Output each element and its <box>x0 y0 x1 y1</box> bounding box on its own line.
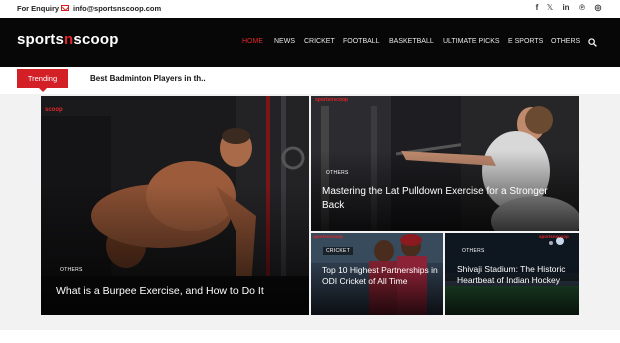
nav-ultimate-picks[interactable]: ULTIMATE PICKS <box>443 38 500 45</box>
card-title[interactable]: What is a Burpee Exercise, and How to Do… <box>56 284 306 299</box>
nav-news[interactable]: NEWS <box>274 38 295 45</box>
page-footer-strip <box>0 330 620 343</box>
enquiry-label: For Enquiry <box>17 4 60 13</box>
card-brand-logo: sportsnscoop <box>539 234 569 239</box>
facebook-icon[interactable]: f <box>532 3 542 12</box>
linkedin-icon[interactable]: in <box>561 3 571 12</box>
trending-headline[interactable]: Best Badminton Players in th.. <box>90 74 206 83</box>
card-category-badge[interactable]: OTHERS <box>462 248 485 254</box>
nav-basketball[interactable]: BASKETBALL <box>389 38 434 45</box>
card-brand-logo: scoop <box>45 107 63 113</box>
site-logo[interactable]: sportsnscoop <box>17 31 119 48</box>
card-brand-logo: sportsnscoop <box>315 97 349 103</box>
card-title[interactable]: Mastering the Lat Pulldown Exercise for … <box>322 185 572 213</box>
trending-badge: Trending <box>17 69 68 92</box>
pinterest-icon[interactable]: ℗ <box>577 3 587 12</box>
card-category-badge[interactable]: OTHERS <box>326 170 349 176</box>
card-brand-logo: sportsnscoop <box>313 234 343 239</box>
top-info-bar: For Enquiry info@sportsnscoop.com f 𝕏 in… <box>0 0 620 18</box>
email-link[interactable]: info@sportsnscoop.com <box>73 4 161 13</box>
nav-others[interactable]: OTHERS <box>551 38 580 45</box>
instagram-icon[interactable]: ◎ <box>593 3 603 12</box>
site-header: sportsnscoop HOME NEWS CRICKET FOOTBALL … <box>0 18 620 67</box>
nav-esports[interactable]: E SPORTS <box>508 38 543 45</box>
featured-card-burpee[interactable]: scoop OTHERS What is a Burpee Exercise, … <box>41 96 309 315</box>
mail-icon <box>61 5 69 11</box>
card-title[interactable]: Shivaji Stadium: The Historic Heartbeat … <box>457 264 577 287</box>
featured-card-cricket[interactable]: sportsnscoop CRICKET Top 10 Highest Part… <box>311 233 443 315</box>
search-icon[interactable] <box>588 38 597 47</box>
nav-home[interactable]: HOME <box>242 38 263 45</box>
featured-card-lat-pulldown[interactable]: sportsnscoop OTHERS Mastering the Lat Pu… <box>311 96 579 231</box>
nav-cricket[interactable]: CRICKET <box>304 38 335 45</box>
card-category-badge[interactable]: CRICKET <box>323 247 354 255</box>
featured-card-shivaji-stadium[interactable]: sportsnscoop OTHERS Shivaji Stadium: The… <box>445 233 579 315</box>
card-category-badge[interactable]: OTHERS <box>60 267 83 273</box>
trending-bar: Trending Best Badminton Players in th.. <box>0 67 620 94</box>
card-title[interactable]: Top 10 Highest Partnerships in ODI Crick… <box>322 265 440 288</box>
nav-football[interactable]: FOOTBALL <box>343 38 380 45</box>
x-icon[interactable]: 𝕏 <box>545 3 555 12</box>
